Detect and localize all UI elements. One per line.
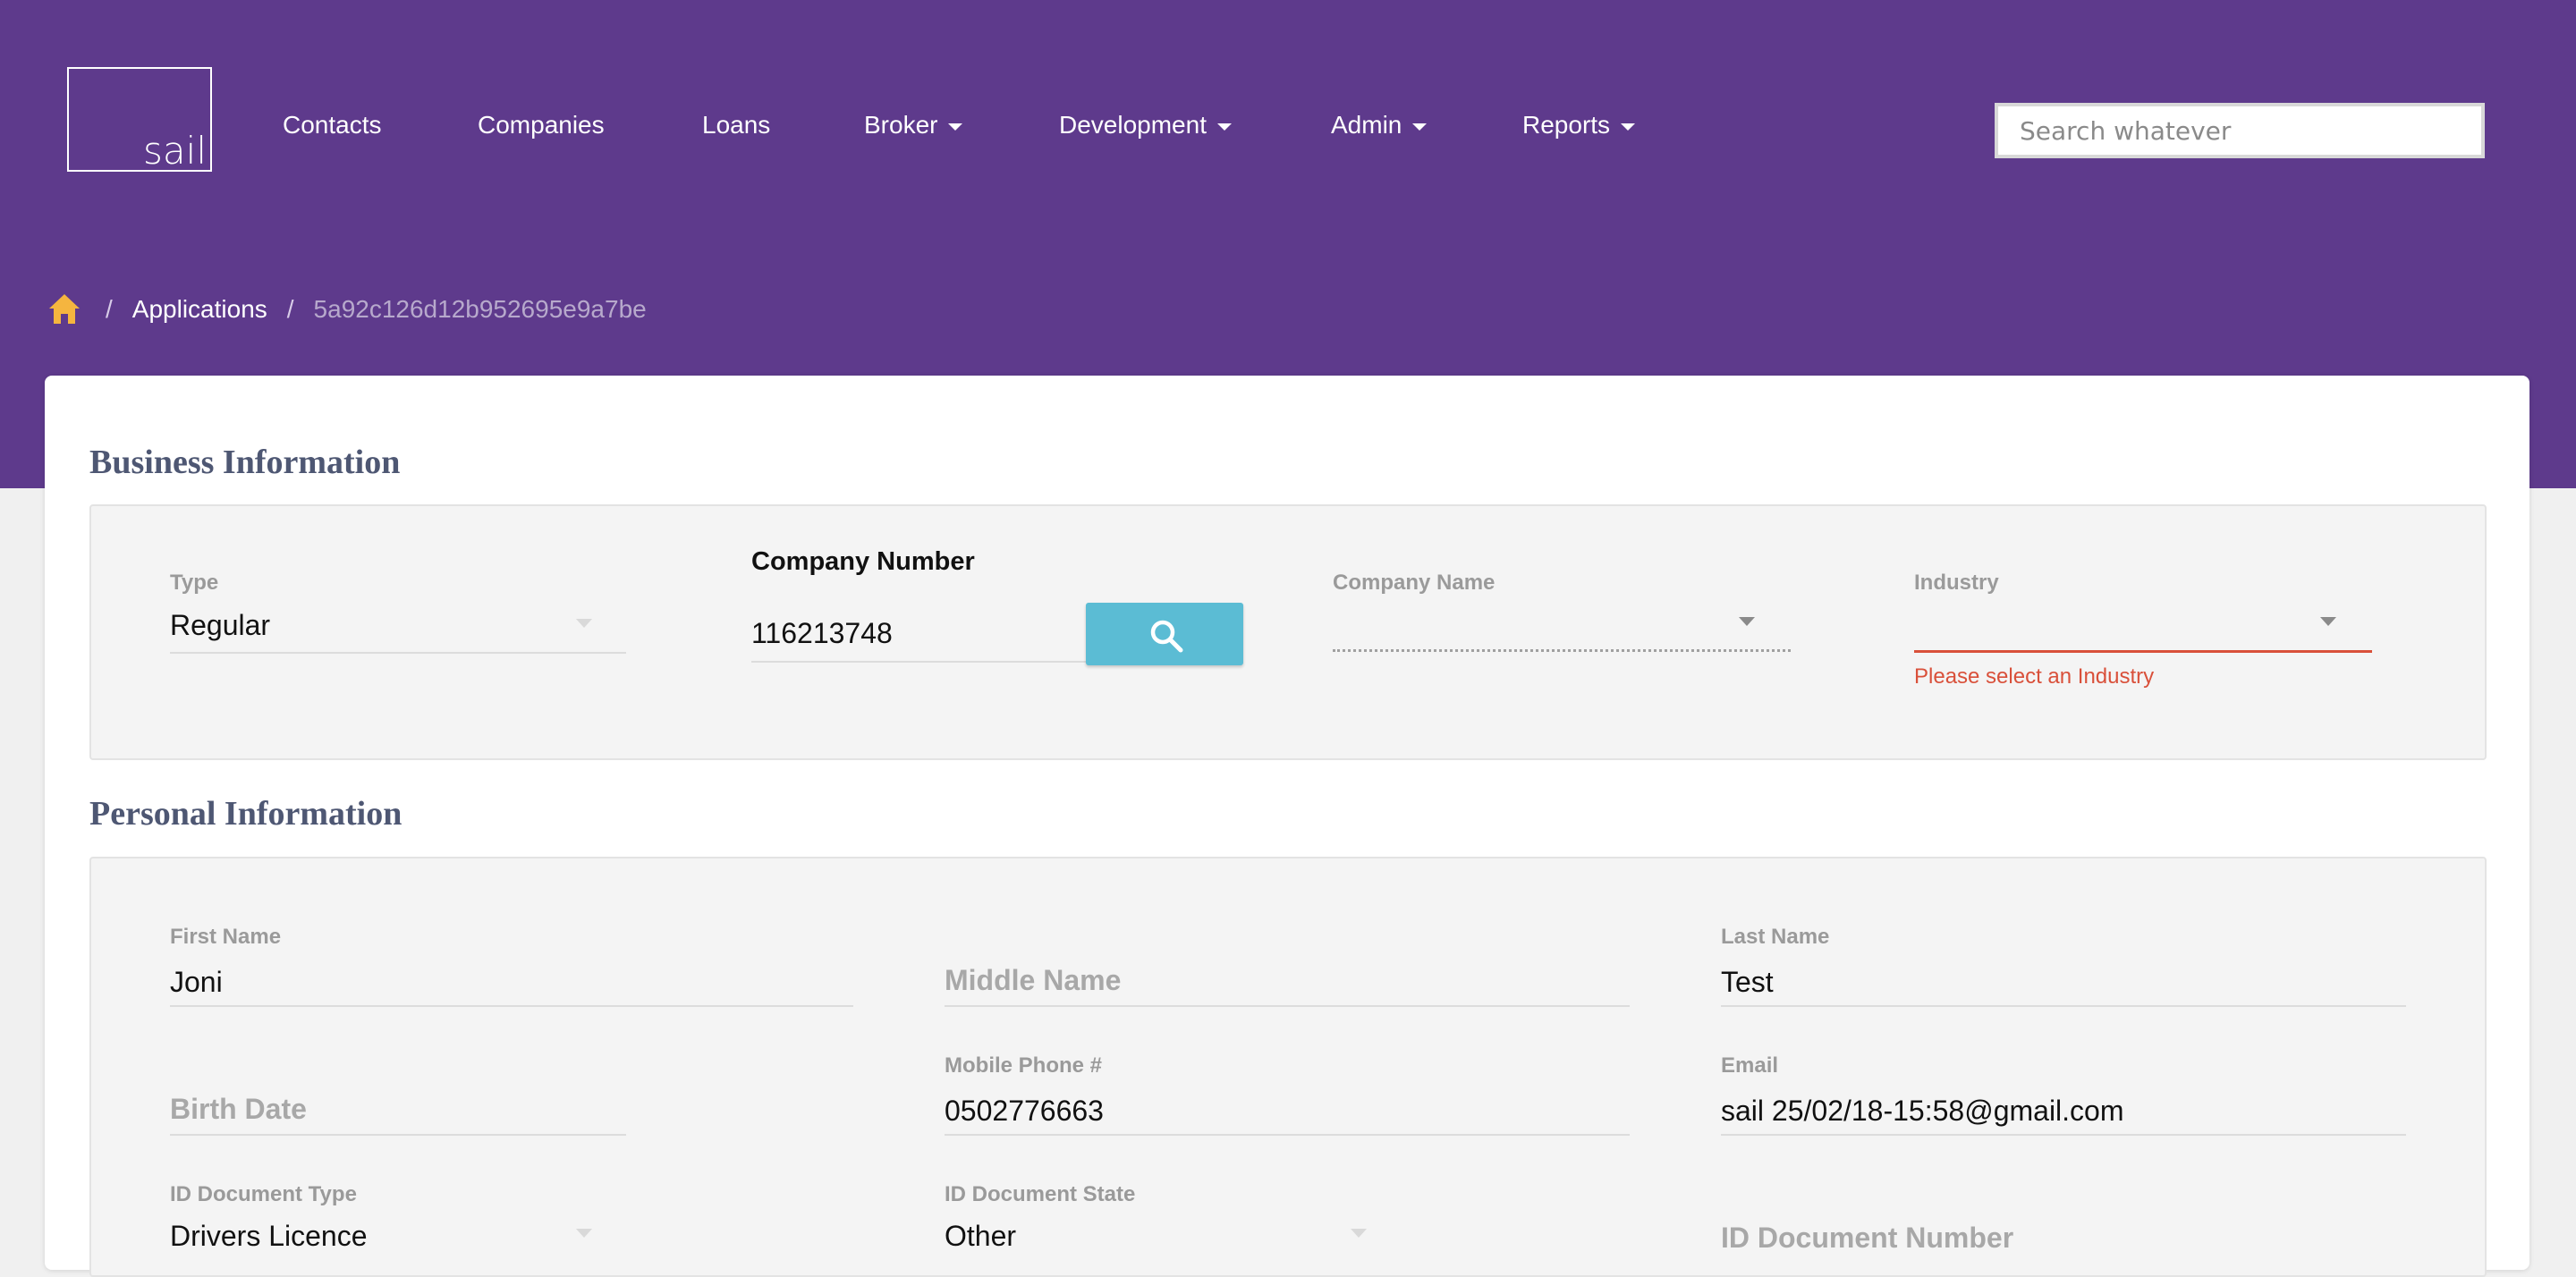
breadcrumb-separator: / [106, 295, 113, 323]
breadcrumb: / Applications / 5a92c126d12b952695e9a7b… [47, 290, 647, 329]
last-name-underline [1721, 1005, 2406, 1007]
last-name-input[interactable]: Test [1721, 964, 1774, 1000]
logo-text: sail [143, 129, 207, 173]
nav-admin[interactable]: Admin [1331, 109, 1428, 141]
type-label: Type [170, 571, 219, 595]
mobile-phone-underline [945, 1134, 1630, 1136]
industry-select[interactable] [1914, 650, 2372, 653]
chevron-down-icon[interactable] [576, 1229, 592, 1238]
nav-loans-label: Loans [702, 111, 771, 139]
company-number-underline [751, 661, 1086, 663]
company-name-label: Company Name [1333, 571, 1496, 595]
nav-broker-label: Broker [864, 111, 938, 139]
nav-contacts[interactable]: Contacts [283, 109, 382, 141]
breadcrumb-current: 5a92c126d12b952695e9a7be [313, 295, 647, 323]
first-name-input[interactable]: Joni [170, 964, 223, 1000]
email-label: Email [1721, 1053, 1779, 1078]
nav-companies-label: Companies [478, 111, 605, 139]
breadcrumb-applications[interactable]: Applications [132, 295, 267, 324]
caret-down-icon [1621, 123, 1636, 131]
company-search-button[interactable] [1086, 603, 1243, 665]
search-icon [1150, 620, 1183, 653]
email-underline [1721, 1134, 2406, 1136]
breadcrumb-separator: / [286, 295, 294, 323]
middle-name-underline [945, 1005, 1630, 1007]
company-name-select[interactable] [1333, 649, 1791, 652]
sail-logo[interactable]: sail [67, 67, 212, 172]
mobile-phone-label: Mobile Phone # [945, 1053, 1103, 1078]
caret-down-icon [948, 123, 963, 131]
nav-companies[interactable]: Companies [478, 109, 605, 141]
chevron-down-icon[interactable] [2320, 617, 2336, 626]
chevron-down-icon[interactable] [1351, 1229, 1367, 1238]
id-document-type-select[interactable]: Drivers Licence [170, 1218, 368, 1254]
business-section-title: Business Information [89, 444, 401, 481]
id-document-number-input[interactable]: ID Document Number [1721, 1220, 2013, 1256]
email-input[interactable]: sail 25/02/18-15:58@gmail.com [1721, 1093, 2124, 1129]
type-select-value[interactable]: Regular [170, 607, 270, 643]
id-document-state-label: ID Document State [945, 1182, 1136, 1206]
last-name-label: Last Name [1721, 925, 1830, 949]
id-document-type-label: ID Document Type [170, 1182, 357, 1206]
business-panel [89, 504, 2487, 760]
first-name-underline [170, 1005, 853, 1007]
type-select-underline [170, 652, 626, 654]
nav-development-label: Development [1059, 111, 1207, 139]
industry-error-message: Please select an Industry [1914, 664, 2155, 689]
personal-section-title: Personal Information [89, 795, 402, 833]
nav-broker[interactable]: Broker [864, 109, 963, 141]
company-number-input[interactable]: 116213748 [751, 615, 893, 651]
middle-name-input[interactable]: Middle Name [945, 962, 1121, 998]
id-document-state-select[interactable]: Other [945, 1218, 1016, 1254]
caret-down-icon [1412, 123, 1428, 131]
nav-reports-label: Reports [1522, 111, 1611, 139]
mobile-phone-input[interactable]: 0502776663 [945, 1093, 1104, 1129]
nav-admin-label: Admin [1331, 111, 1402, 139]
birth-date-input[interactable]: Birth Date [170, 1091, 307, 1127]
nav-loans[interactable]: Loans [702, 109, 770, 141]
company-number-label: Company Number [751, 547, 975, 576]
birth-date-underline [170, 1134, 626, 1136]
industry-label: Industry [1914, 571, 1999, 595]
nav-reports[interactable]: Reports [1522, 109, 1636, 141]
home-icon[interactable] [47, 292, 86, 327]
caret-down-icon [1216, 123, 1232, 131]
nav-development[interactable]: Development [1059, 109, 1232, 141]
chevron-down-icon[interactable] [576, 619, 592, 628]
chevron-down-icon[interactable] [1739, 617, 1755, 626]
global-search-input[interactable] [1995, 103, 2485, 158]
nav-contacts-label: Contacts [283, 111, 382, 139]
personal-panel [89, 857, 2487, 1277]
first-name-label: First Name [170, 925, 282, 949]
